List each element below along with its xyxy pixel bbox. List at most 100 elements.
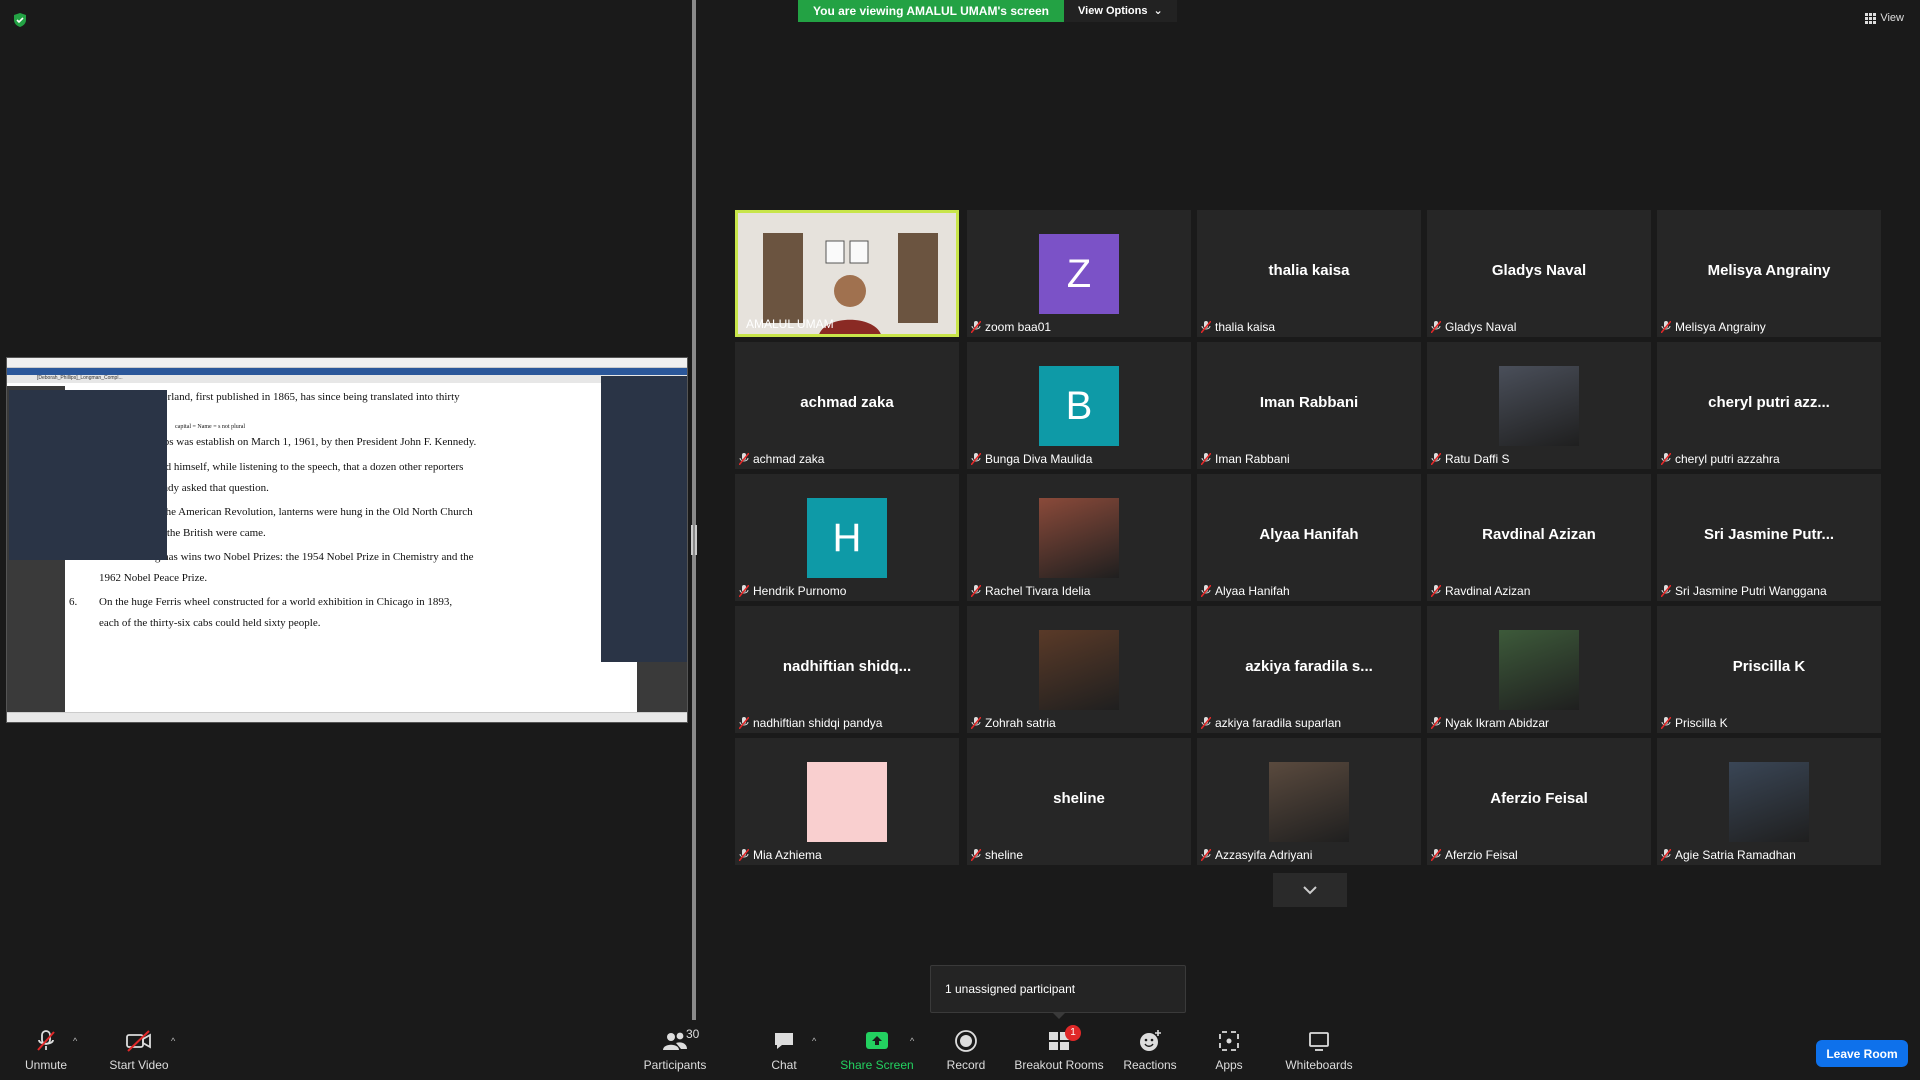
record-button[interactable]: Record bbox=[940, 1020, 992, 1080]
gallery-scroll-down[interactable] bbox=[1273, 873, 1347, 907]
doc-line: 1962 Nobel Peace Prize. bbox=[99, 572, 207, 584]
shared-screen-area: [Deborah_Phillips]_Longman_Compl... 1.Al… bbox=[0, 0, 692, 1020]
shield-icon[interactable] bbox=[12, 12, 28, 28]
participant-tile[interactable]: cheryl putri azz... cheryl putri azzahra bbox=[1657, 342, 1881, 469]
divider-handle-icon[interactable] bbox=[690, 525, 698, 555]
participant-tile[interactable]: sheline sheline bbox=[967, 738, 1191, 865]
breakout-rooms-button[interactable]: 1 Breakout Rooms bbox=[1012, 1020, 1106, 1080]
participant-name: Gladys Naval bbox=[1445, 320, 1517, 334]
view-options-button[interactable]: View Options ⌄ bbox=[1064, 0, 1177, 22]
participant-display-name: Sri Jasmine Putr... bbox=[1703, 526, 1835, 543]
participant-label: Priscilla K bbox=[1660, 716, 1728, 730]
profile-photo bbox=[1499, 630, 1579, 710]
participant-display-name: Priscilla K bbox=[1732, 658, 1806, 675]
participant-tile[interactable]: Ratu Daffi S bbox=[1427, 342, 1651, 469]
doc-statusbar bbox=[7, 712, 687, 722]
doc-titlebar bbox=[7, 358, 687, 368]
viewing-label: You are viewing AMALUL UMAM's screen bbox=[798, 0, 1065, 22]
participant-name: azkiya faradila suparlan bbox=[1215, 716, 1342, 730]
split-divider[interactable] bbox=[692, 0, 696, 1025]
participant-name: Aferzio Feisal bbox=[1445, 848, 1518, 862]
doc-line-text: 1962 Nobel Peace Prize. bbox=[99, 572, 208, 584]
participant-tile[interactable]: nadhiftian shidq... nadhiftian shidqi pan… bbox=[735, 606, 959, 733]
participant-display-name: nadhiftian shidq... bbox=[782, 658, 912, 675]
video-overlay-left bbox=[9, 390, 167, 560]
meeting-toolbar: Unmute ^ Start Video ^ 30 Participants C… bbox=[0, 1020, 1920, 1080]
mic-muted-icon bbox=[1200, 452, 1212, 466]
chat-button[interactable]: Chat bbox=[760, 1020, 808, 1080]
participant-tile[interactable]: Azzasyifa Adriyani bbox=[1197, 738, 1421, 865]
participant-tile[interactable]: achmad zaka achmad zaka bbox=[735, 342, 959, 469]
apps-label: Apps bbox=[1215, 1057, 1243, 1072]
participants-button[interactable]: 30 Participants bbox=[640, 1020, 710, 1080]
start-video-label: Start Video bbox=[109, 1057, 169, 1072]
participant-name: Priscilla K bbox=[1675, 716, 1728, 730]
participant-label: nadhiftian shidqi pandya bbox=[738, 716, 882, 730]
participant-label: Zohrah satria bbox=[970, 716, 1056, 730]
participant-tile[interactable]: Zohrah satria bbox=[967, 606, 1191, 733]
participant-tile[interactable]: Rachel Tivara Idelia bbox=[967, 474, 1191, 601]
unmute-button[interactable]: Unmute bbox=[18, 1020, 74, 1080]
chat-icon bbox=[770, 1029, 798, 1053]
apps-button[interactable]: Apps bbox=[1206, 1020, 1252, 1080]
participant-tile[interactable]: H Hendrik Purnomo bbox=[735, 474, 959, 601]
participant-name: Azzasyifa Adriyani bbox=[1215, 848, 1313, 862]
breakout-rooms-icon: 1 bbox=[1045, 1024, 1081, 1053]
participant-label: azkiya faradila suparlan bbox=[1200, 716, 1342, 730]
participant-label: Mia Azhiema bbox=[738, 848, 822, 862]
participant-display-name: achmad zaka bbox=[800, 394, 894, 411]
participant-tile[interactable]: Aferzio Feisal Aferzio Feisal bbox=[1427, 738, 1651, 865]
participant-label: Iman Rabbani bbox=[1200, 452, 1290, 466]
doc-line: 6. On the huge Ferris wheel constructed f… bbox=[69, 596, 452, 608]
participant-tile[interactable]: azkiya faradila s... azkiya faradila supa… bbox=[1197, 606, 1421, 733]
share-screen-button[interactable]: Share Screen bbox=[838, 1020, 916, 1080]
participant-tile[interactable]: Sri Jasmine Putr... Sri Jasmine Putri Wan… bbox=[1657, 474, 1881, 601]
reactions-button[interactable]: Reactions bbox=[1123, 1020, 1177, 1080]
participant-tile[interactable]: Iman Rabbani Iman Rabbani bbox=[1197, 342, 1421, 469]
view-label: View bbox=[1880, 12, 1904, 24]
participant-tile[interactable]: Melisya Angrainy Melisya Angrainy bbox=[1657, 210, 1881, 337]
chevron-down-icon bbox=[1303, 886, 1317, 895]
audio-caret-icon[interactable]: ^ bbox=[73, 1036, 77, 1046]
share-caret-icon[interactable]: ^ bbox=[910, 1036, 914, 1046]
whiteboards-label: Whiteboards bbox=[1285, 1057, 1353, 1072]
video-caret-icon[interactable]: ^ bbox=[171, 1036, 175, 1046]
leave-room-button[interactable]: Leave Room bbox=[1816, 1040, 1908, 1067]
apps-icon bbox=[1215, 1029, 1243, 1053]
chat-caret-icon[interactable]: ^ bbox=[812, 1036, 816, 1046]
mic-muted-icon bbox=[738, 848, 750, 862]
start-video-button[interactable]: Start Video bbox=[104, 1020, 174, 1080]
participant-tile[interactable]: Zzoom baa01 bbox=[967, 210, 1191, 337]
participant-label: Azzasyifa Adriyani bbox=[1200, 848, 1313, 862]
mic-muted-icon bbox=[1430, 452, 1442, 466]
participant-label: Agie Satria Ramadhan bbox=[1660, 848, 1796, 862]
doc-tab: [Deborah_Phillips]_Longman_Compl... bbox=[7, 375, 687, 383]
mic-muted-icon bbox=[1430, 320, 1442, 334]
participant-tile[interactable]: Agie Satria Ramadhan bbox=[1657, 738, 1881, 865]
participants-icon: 30 bbox=[661, 1027, 699, 1053]
view-button[interactable]: View bbox=[1865, 12, 1904, 24]
participant-tile[interactable]: AMALUL UMAM bbox=[735, 210, 959, 337]
mic-muted-icon bbox=[738, 716, 750, 730]
participant-tile[interactable]: Gladys Naval Gladys Naval bbox=[1427, 210, 1651, 337]
doc-line-number: 6. bbox=[69, 596, 78, 608]
participant-name: Agie Satria Ramadhan bbox=[1675, 848, 1796, 862]
unassigned-tooltip: 1 unassigned participant bbox=[930, 965, 1186, 1013]
mic-muted-icon bbox=[1660, 584, 1672, 598]
participant-tile[interactable]: B Bunga Diva Maulida bbox=[967, 342, 1191, 469]
participant-tile[interactable]: Ravdinal Azizan Ravdinal Azizan bbox=[1427, 474, 1651, 601]
video-off-icon bbox=[125, 1029, 153, 1053]
participant-tile[interactable]: Alyaa Hanifah Alyaa Hanifah bbox=[1197, 474, 1421, 601]
participant-tile[interactable]: thalia kaisa thalia kaisa bbox=[1197, 210, 1421, 337]
participant-tile[interactable]: Mia Azhiema bbox=[735, 738, 959, 865]
whiteboards-button[interactable]: Whiteboards bbox=[1282, 1020, 1356, 1080]
mic-muted-icon bbox=[1660, 452, 1672, 466]
share-screen-icon bbox=[863, 1029, 891, 1053]
participant-tile[interactable]: Nyak Ikram Abidzar bbox=[1427, 606, 1651, 733]
doc-line: each of the thirty-six cabs could held s… bbox=[99, 617, 320, 629]
participant-label: Nyak Ikram Abidzar bbox=[1430, 716, 1549, 730]
avatar: Z bbox=[1039, 234, 1119, 314]
participant-tile[interactable]: Priscilla K Priscilla K bbox=[1657, 606, 1881, 733]
mic-muted-icon bbox=[1200, 716, 1212, 730]
profile-photo bbox=[1729, 762, 1809, 842]
